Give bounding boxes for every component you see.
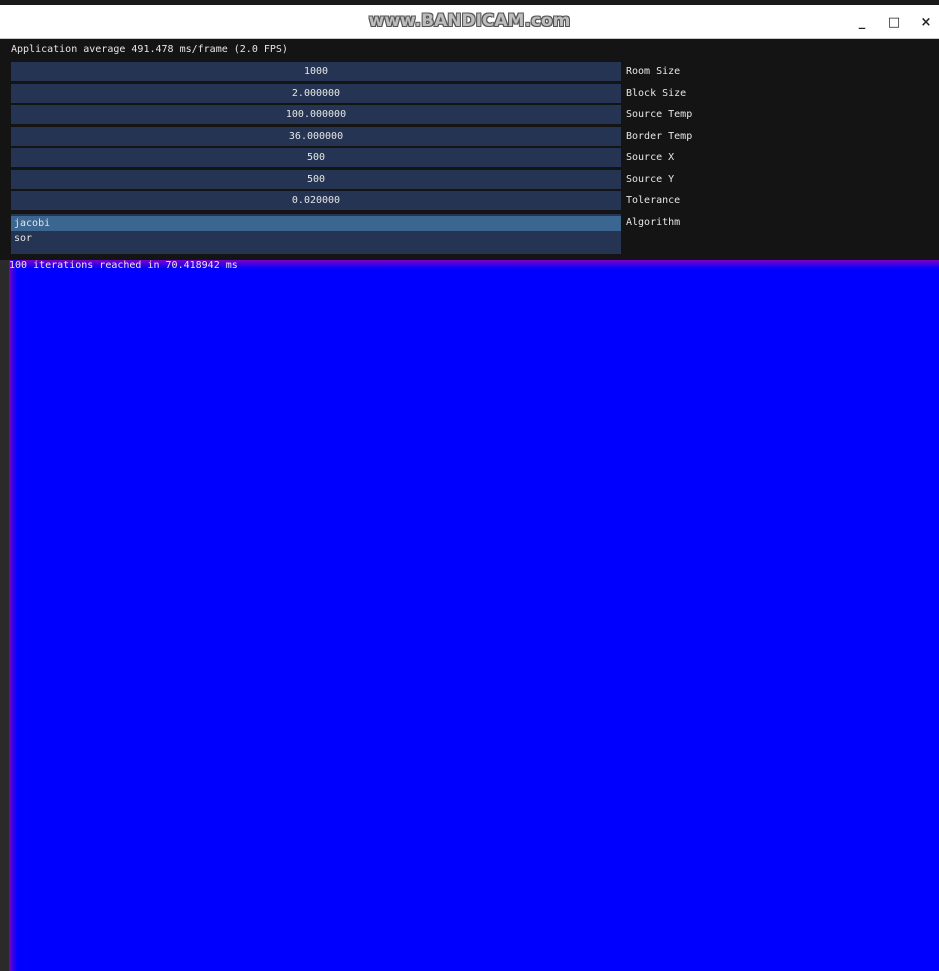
- window-titlebar[interactable]: www.BANDICAM.com _ □ ×: [0, 5, 939, 39]
- algorithm-listbox[interactable]: jacobi sor: [11, 214, 621, 254]
- block-size-label: Block Size: [626, 88, 687, 99]
- app-window: Application average 491.478 ms/frame (2.…: [0, 39, 939, 971]
- source-temp-label: Source Temp: [626, 109, 693, 120]
- source-y-input[interactable]: 500: [11, 170, 621, 189]
- maximize-icon[interactable]: □: [884, 13, 904, 33]
- close-icon[interactable]: ×: [916, 13, 936, 33]
- algorithm-option-jacobi[interactable]: jacobi: [11, 216, 621, 231]
- tolerance-label: Tolerance: [626, 195, 681, 206]
- iteration-status: 100 iterations reached in 70.418942 ms: [9, 260, 238, 271]
- border-temp-input[interactable]: 36.000000: [11, 127, 621, 146]
- heatmap-canvas[interactable]: [9, 260, 939, 971]
- tolerance-input[interactable]: 0.020000: [11, 191, 621, 210]
- source-x-label: Source X: [626, 152, 675, 163]
- source-temp-input[interactable]: 100.000000: [11, 105, 621, 124]
- algorithm-option-sor[interactable]: sor: [11, 231, 621, 246]
- left-margin: [0, 260, 9, 971]
- algorithm-label: Algorithm: [626, 217, 681, 228]
- border-temp-label: Border Temp: [626, 131, 693, 142]
- settings-panel: Application average 491.478 ms/frame (2.…: [0, 39, 939, 261]
- fps-readout: Application average 491.478 ms/frame (2.…: [11, 44, 288, 55]
- minimize-icon[interactable]: _: [852, 13, 872, 33]
- room-size-label: Room Size: [626, 66, 681, 77]
- block-size-input[interactable]: 2.000000: [11, 84, 621, 103]
- room-size-input[interactable]: 1000: [11, 62, 621, 81]
- source-y-label: Source Y: [626, 174, 675, 185]
- bandicam-watermark: www.BANDICAM.com: [368, 11, 571, 31]
- source-x-input[interactable]: 500: [11, 148, 621, 167]
- heatmap-left-border: [9, 260, 17, 971]
